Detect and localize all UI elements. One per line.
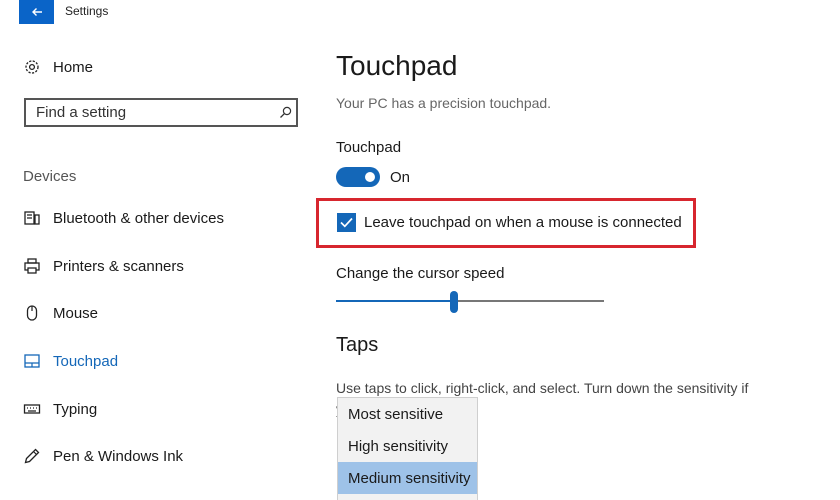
sensitivity-option[interactable]: Most sensitive <box>338 398 477 430</box>
touchpad-icon <box>23 352 41 370</box>
page-title: Touchpad <box>336 50 458 81</box>
slider-thumb[interactable] <box>449 291 458 313</box>
sidebar-item-pen[interactable]: Pen & Windows Ink <box>23 445 183 467</box>
sidebar-item-typing[interactable]: Typing <box>23 398 97 420</box>
back-arrow-icon <box>31 8 42 16</box>
checkmark-icon <box>340 217 353 228</box>
sidebar-item-mouse[interactable]: Mouse <box>23 302 98 324</box>
sidebar-item-label: Printers & scanners <box>53 257 184 275</box>
search-field[interactable] <box>24 98 298 127</box>
section-devices-label: Devices <box>23 168 77 185</box>
sidebar-item-label: Touchpad <box>53 352 119 370</box>
cursor-speed-slider[interactable] <box>336 291 604 313</box>
toggle-state-text: On <box>390 169 411 186</box>
sidebar-item-touchpad[interactable]: Touchpad <box>23 350 118 372</box>
sidebar-home[interactable]: Home <box>23 56 93 78</box>
touchpad-toggle[interactable] <box>336 167 380 187</box>
sidebar-item-label: Bluetooth & other devices <box>53 209 224 227</box>
search-input[interactable] <box>26 104 274 121</box>
sidebar-home-label: Home <box>53 58 94 76</box>
sidebar-item-label: Mouse <box>53 304 99 322</box>
leave-touchpad-on-label[interactable]: Leave touchpad on when a mouse is connec… <box>364 214 682 231</box>
gear-icon <box>23 58 41 76</box>
window-title: Settings <box>65 4 109 18</box>
keyboard-icon <box>23 400 41 418</box>
sensitivity-option[interactable]: Medium sensitivity <box>338 462 477 494</box>
search-icon[interactable] <box>274 106 296 119</box>
sensitivity-option[interactable]: High sensitivity <box>338 430 477 462</box>
touchpad-toggle-label: Touchpad <box>336 139 402 156</box>
pen-icon <box>23 447 41 465</box>
back-button[interactable] <box>19 0 54 24</box>
slider-track-fill <box>336 300 454 302</box>
cursor-speed-label: Change the cursor speed <box>336 265 505 282</box>
sidebar-item-bluetooth[interactable]: Bluetooth & other devices <box>23 207 224 229</box>
sidebar-item-printers[interactable]: Printers & scanners <box>23 255 184 277</box>
taps-heading: Taps <box>336 334 379 356</box>
printer-icon <box>23 257 41 275</box>
mouse-icon <box>23 304 41 322</box>
leave-touchpad-on-checkbox[interactable] <box>337 213 356 232</box>
bluetooth-devices-icon <box>23 209 41 227</box>
page-subtitle: Your PC has a precision touchpad. <box>336 95 552 111</box>
sidebar-item-label: Typing <box>53 400 98 418</box>
sidebar-item-label: Pen & Windows Ink <box>53 447 184 465</box>
sensitivity-dropdown[interactable]: Most sensitive High sensitivity Medium s… <box>337 397 478 500</box>
toggle-knob <box>365 172 375 182</box>
